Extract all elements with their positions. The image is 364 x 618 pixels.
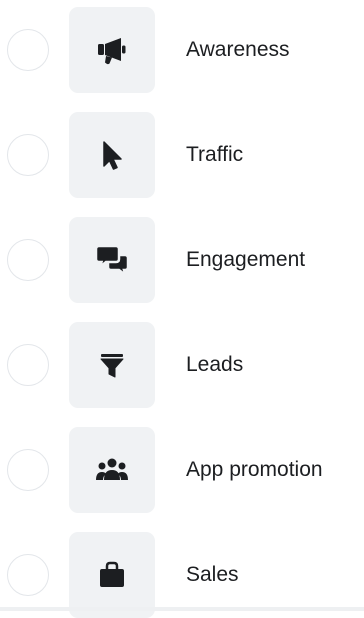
- icon-tile: [69, 427, 155, 513]
- objective-option-awareness[interactable]: Awareness: [0, 7, 364, 93]
- objective-option-engagement[interactable]: Engagement: [0, 217, 364, 303]
- megaphone-icon: [98, 38, 126, 65]
- icon-tile: [69, 112, 155, 198]
- shopping-bag-icon: [100, 561, 124, 587]
- objective-label: Engagement: [186, 248, 306, 271]
- objective-label: Sales: [186, 563, 239, 586]
- chat-bubbles-icon: [94, 244, 130, 277]
- radio-button[interactable]: [7, 344, 49, 386]
- icon-tile: [69, 217, 155, 303]
- people-group-icon: [96, 458, 128, 480]
- icon-tile: [69, 7, 155, 93]
- objective-label: App promotion: [186, 458, 323, 481]
- objective-label: Awareness: [186, 38, 290, 61]
- objective-label: Leads: [186, 353, 244, 376]
- radio-button[interactable]: [7, 134, 49, 176]
- icon-tile: [69, 322, 155, 408]
- objective-list: Awareness Traffic Engagement Leads App p…: [0, 0, 364, 618]
- radio-button[interactable]: [7, 554, 49, 596]
- radio-button[interactable]: [7, 239, 49, 281]
- objective-option-leads[interactable]: Leads: [0, 322, 364, 408]
- objective-option-app-promotion[interactable]: App promotion: [0, 427, 364, 513]
- radio-button[interactable]: [7, 449, 49, 491]
- icon-tile: [69, 532, 155, 618]
- cursor-icon: [103, 141, 122, 170]
- bottom-divider: [0, 607, 364, 611]
- objective-label: Traffic: [186, 143, 244, 166]
- funnel-icon: [100, 354, 124, 378]
- objective-option-traffic[interactable]: Traffic: [0, 112, 364, 198]
- objective-option-sales[interactable]: Sales: [0, 532, 364, 618]
- radio-button[interactable]: [7, 29, 49, 71]
